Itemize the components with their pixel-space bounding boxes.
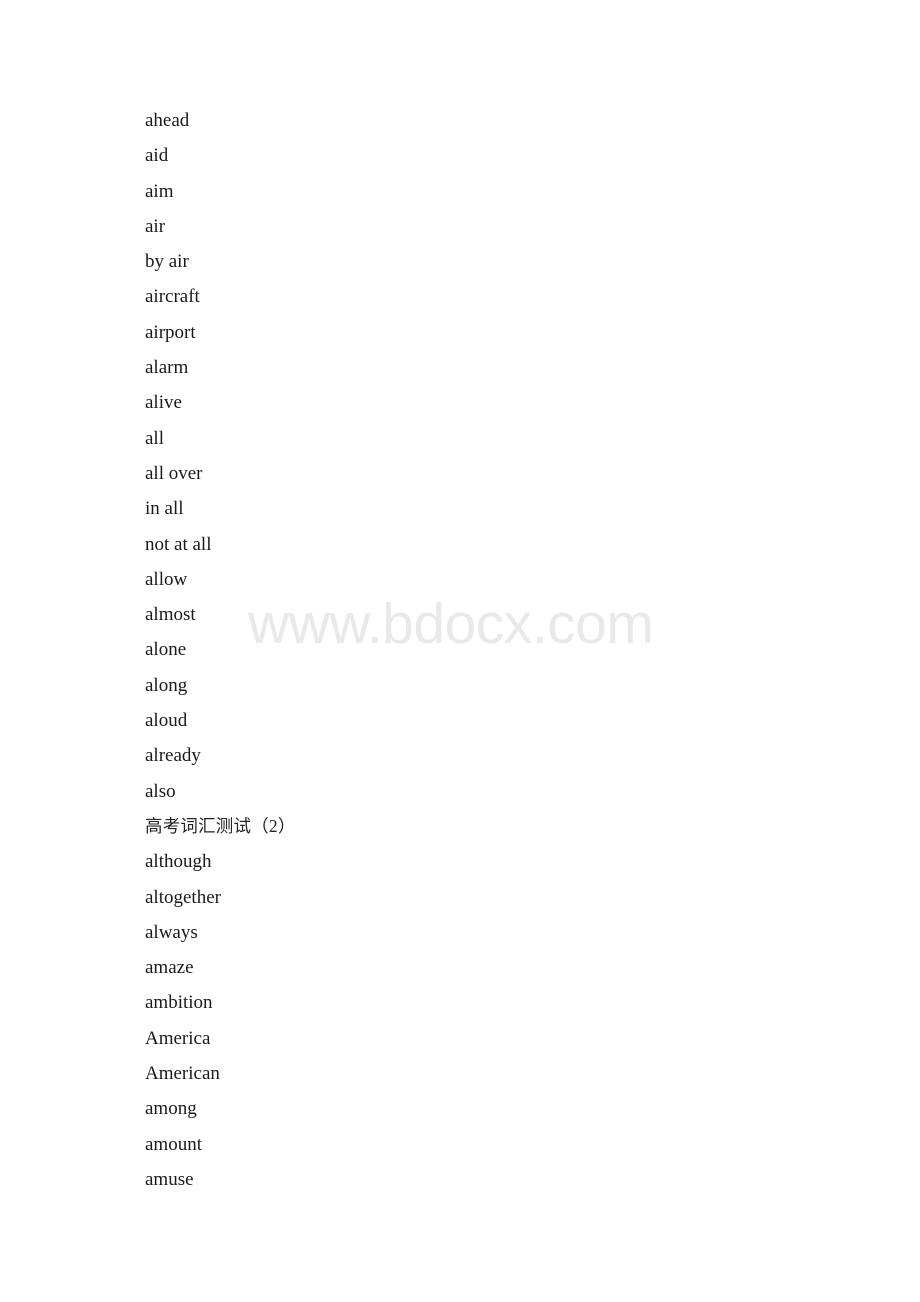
vocabulary-entry: amuse <box>145 1168 194 1190</box>
vocabulary-entry: amount <box>145 1133 202 1155</box>
vocabulary-entry: all over <box>145 462 203 484</box>
vocabulary-entry: among <box>145 1098 197 1120</box>
vocabulary-entry: also <box>145 780 176 802</box>
vocabulary-entry: air <box>145 215 166 237</box>
vocabulary-entry: not at all <box>145 533 212 555</box>
vocabulary-entry: aloud <box>145 710 188 732</box>
section-heading: 高考词汇测试（2） <box>145 815 296 836</box>
vocabulary-entry: alarm <box>145 357 189 379</box>
vocabulary-entry: all <box>145 427 164 449</box>
vocabulary-word-list: ahead aid aim air by air aircraft airport alarm… <box>145 103 765 1197</box>
vocabulary-entry: always <box>145 921 198 943</box>
vocabulary-entry: altogether <box>145 886 221 908</box>
vocabulary-entry: airport <box>145 321 196 343</box>
document-page: www.bdocx.com ahead aid aim air by air aircra… <box>0 0 920 1302</box>
vocabulary-entry: ambition <box>145 992 213 1014</box>
vocabulary-entry: in all <box>145 498 184 520</box>
vocabulary-entry: along <box>145 674 188 696</box>
vocabulary-entry: America <box>145 1027 211 1049</box>
vocabulary-entry: already <box>145 745 201 767</box>
vocabulary-entry: by air <box>145 251 189 273</box>
vocabulary-entry: American <box>145 1063 220 1085</box>
vocabulary-entry: ahead <box>145 110 190 131</box>
vocabulary-entry: aim <box>145 180 174 202</box>
vocabulary-entry: allow <box>145 568 188 590</box>
vocabulary-entry: aircraft <box>145 286 200 308</box>
vocabulary-entry: although <box>145 851 212 873</box>
vocabulary-entry: aid <box>145 145 169 167</box>
vocabulary-entry: amaze <box>145 957 194 979</box>
vocabulary-entry: alive <box>145 392 182 414</box>
vocabulary-entry: alone <box>145 639 187 661</box>
vocabulary-entry: almost <box>145 604 196 626</box>
